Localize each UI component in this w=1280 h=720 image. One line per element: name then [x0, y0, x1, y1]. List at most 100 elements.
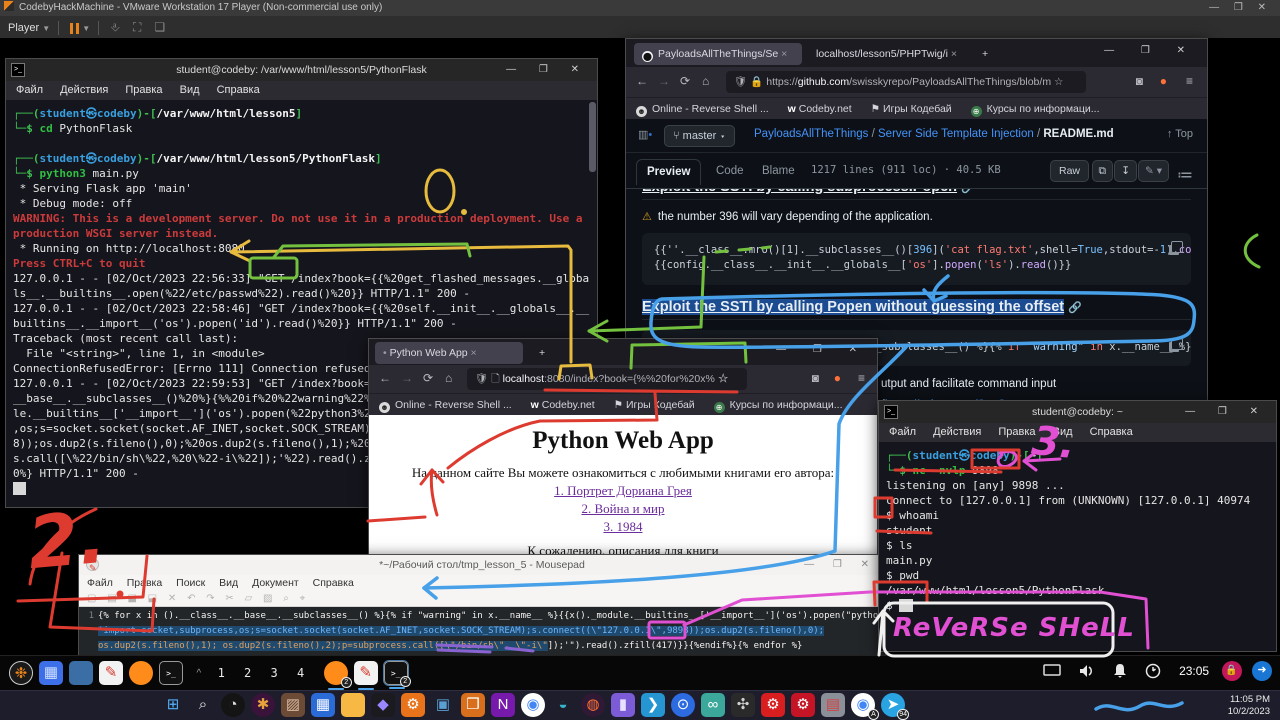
book-link-2[interactable]: 2. Война и мир	[369, 501, 877, 517]
new-tab-button[interactable]: +	[974, 43, 990, 65]
firefox-host-icon[interactable]: ◍	[581, 693, 605, 717]
tab-blame[interactable]: Blame	[752, 159, 805, 185]
fullscreen-icon[interactable]: ⛶	[133, 20, 141, 34]
calendar-icon[interactable]: ▦	[311, 693, 335, 717]
host-clock[interactable]: 11:05 PM10/2/2023	[1228, 694, 1270, 718]
bookmark-courses[interactable]: ⊕Курсы по информаци...	[714, 399, 843, 411]
breadcrumb-folder[interactable]: Server Side Template Injection	[878, 128, 1034, 140]
terminal2-titlebar[interactable]: >_ student@codeby: ~ — ❐ ✕	[879, 401, 1276, 423]
menu-file[interactable]: Файл	[889, 426, 916, 438]
notifications-bell-icon[interactable]	[1112, 663, 1128, 679]
terminal1-titlebar[interactable]: >_ student@codeby: /var/www/html/lesson5…	[6, 59, 597, 81]
outline-icon[interactable]: ≔	[1177, 165, 1193, 185]
terminal-window-button[interactable]: >_2	[384, 661, 408, 685]
breadcrumb-repo[interactable]: PayloadsAllTheThings	[754, 128, 868, 140]
menu-actions[interactable]: Действия	[933, 426, 981, 438]
codeby-logo-icon[interactable]: ❉	[9, 661, 33, 685]
terminal1-window-controls[interactable]: — ❐ ✕	[506, 59, 589, 81]
volume-icon[interactable]	[1078, 663, 1096, 679]
gear-app-icon[interactable]: ⚙	[401, 693, 425, 717]
book-link-1[interactable]: 1. Портрет Дориана Грея	[369, 483, 877, 499]
download-icon[interactable]: ↧	[1114, 160, 1137, 182]
display-tray-icon[interactable]	[1043, 664, 1061, 678]
purple-app-icon[interactable]: ▮	[611, 693, 635, 717]
vm-clock[interactable]: 23:05	[1179, 664, 1209, 678]
copy-code-icon[interactable]	[1171, 241, 1183, 253]
menu-file[interactable]: Файл	[87, 577, 113, 589]
menu-file[interactable]: Файл	[16, 84, 43, 96]
extension-shield-icon[interactable]: ◙	[1136, 74, 1143, 88]
firefox-account-icon[interactable]: ●	[1160, 74, 1167, 88]
search-icon[interactable]: ⌕	[191, 693, 215, 717]
red-gear2-icon[interactable]: ⚙	[791, 693, 815, 717]
menu-edit[interactable]: Правка	[998, 426, 1035, 438]
menu-help[interactable]: Справка	[217, 84, 260, 96]
menu-edit[interactable]: Правка	[125, 84, 162, 96]
tab-python-web-app[interactable]: • Python Web App ×	[375, 342, 523, 364]
panel-expander[interactable]: ^	[196, 668, 201, 679]
new-tab-button[interactable]: +	[531, 342, 547, 364]
chrome-profile-icon[interactable]: ◉A	[851, 693, 875, 717]
edge-icon[interactable]: ◒	[551, 693, 575, 717]
webapp-urlbar[interactable]: 🛡 🗋 localhost:8080/index?book={%%20for%2…	[467, 368, 747, 390]
bookmark-courses[interactable]: ⊕Курсы по информаци...	[971, 103, 1100, 115]
bookmark-games[interactable]: ⚑ Игры Кодебай	[614, 399, 695, 411]
player-menu[interactable]: Player	[8, 22, 39, 34]
mousepad-window-controls[interactable]: — ❐ ✕	[804, 555, 877, 575]
camera-infinity-icon[interactable]: ∞	[701, 693, 725, 717]
photos-icon[interactable]: ▨	[281, 693, 305, 717]
menu-help[interactable]: Справка	[1090, 426, 1133, 438]
library-icon[interactable]: ▤	[821, 693, 845, 717]
extension-shield-icon[interactable]: ◙	[812, 371, 819, 385]
back-icon[interactable]: ←	[636, 74, 648, 88]
app-menu-icon[interactable]: ▦	[39, 661, 63, 685]
vmware-window-controls[interactable]: — ❐ ✕	[1209, 0, 1272, 16]
menu-actions[interactable]: Действия	[60, 84, 108, 96]
terminal-launcher-icon[interactable]: >_	[159, 661, 183, 685]
power-icon[interactable]	[1145, 663, 1161, 679]
vmware-icon[interactable]: ❒	[461, 693, 485, 717]
updates-icon[interactable]: ➜	[1252, 661, 1272, 681]
menu-hamburger-icon[interactable]: ≡	[858, 371, 865, 385]
start-button[interactable]: ⊞	[161, 693, 185, 717]
chrome-icon[interactable]: ◉	[521, 693, 545, 717]
onenote-icon[interactable]: N	[491, 693, 515, 717]
file-manager-icon[interactable]	[69, 661, 93, 685]
menu-view[interactable]: Вид	[219, 577, 238, 589]
scroll-top-link[interactable]: ↑ Top	[1167, 128, 1193, 140]
terminal2-output[interactable]: ┌──(student㉿codeby)-[~]└─$ nc -nvlp 9898…	[879, 442, 1276, 651]
tab-localhost-phptwig[interactable]: localhost/lesson5/PHPTwig/i ×	[808, 43, 968, 65]
github-window-controls[interactable]: — ❐ ✕	[1104, 45, 1197, 56]
mousepad-launcher-icon[interactable]: ✎	[99, 661, 123, 685]
terminal2-window-controls[interactable]: — ❐ ✕	[1185, 401, 1268, 423]
vscode-icon[interactable]: ❯	[641, 693, 665, 717]
firefox-window-button[interactable]: 2	[324, 661, 348, 685]
home-icon[interactable]: ⌂	[445, 371, 452, 385]
raw-button[interactable]: Raw	[1050, 160, 1089, 182]
webapp-window-controls[interactable]: — ❐ ✕	[776, 344, 869, 355]
tab-code[interactable]: Code	[706, 159, 754, 185]
mousepad-titlebar[interactable]: *~/Рабочий стол/tmp_lesson_5 - Mousepad …	[79, 555, 885, 575]
mousepad-toolbar[interactable]: ▢ ▤ ⬓ ⬓ ✕ ↶ ↷ ✂ ▱ ▨ ⌕ ⌖	[79, 592, 885, 607]
menu-search[interactable]: Поиск	[176, 577, 205, 589]
bookmark-star-icon[interactable]: ☆	[718, 373, 729, 385]
red-gear-icon[interactable]: ⚙	[761, 693, 785, 717]
menu-view[interactable]: Вид	[180, 84, 200, 96]
virtualbox-icon[interactable]: ▣	[431, 693, 455, 717]
explorer-icon[interactable]	[341, 693, 365, 717]
bookmark-star-icon[interactable]: ☆	[1054, 76, 1063, 88]
bookmark-codeby[interactable]: w Codeby.net	[788, 103, 852, 115]
menu-document[interactable]: Документ	[252, 577, 299, 589]
firefox-launcher-icon[interactable]	[129, 661, 153, 685]
telegram-icon[interactable]: ➤94	[881, 693, 905, 717]
code-block-1[interactable]: {{''.__class__.mro()[1].__subclasses__()…	[642, 233, 1191, 285]
bookmark-games[interactable]: ⚑ Игры Кодебай	[871, 103, 952, 115]
menu-help[interactable]: Справка	[313, 577, 354, 589]
github-urlbar[interactable]: 🛡 🔒 https://github.com/swisskyrepo/Paylo…	[726, 71, 1086, 93]
sidebar-toggle-icon[interactable]: ▥•	[638, 128, 652, 141]
menu-edit[interactable]: Правка	[127, 577, 162, 589]
slack-icon[interactable]: ✱	[251, 693, 275, 717]
tab-preview[interactable]: Preview	[636, 159, 701, 185]
copy-file-icon[interactable]: ⧉	[1092, 160, 1114, 182]
workspace-switcher[interactable]: 1 2 3 4	[218, 666, 311, 680]
